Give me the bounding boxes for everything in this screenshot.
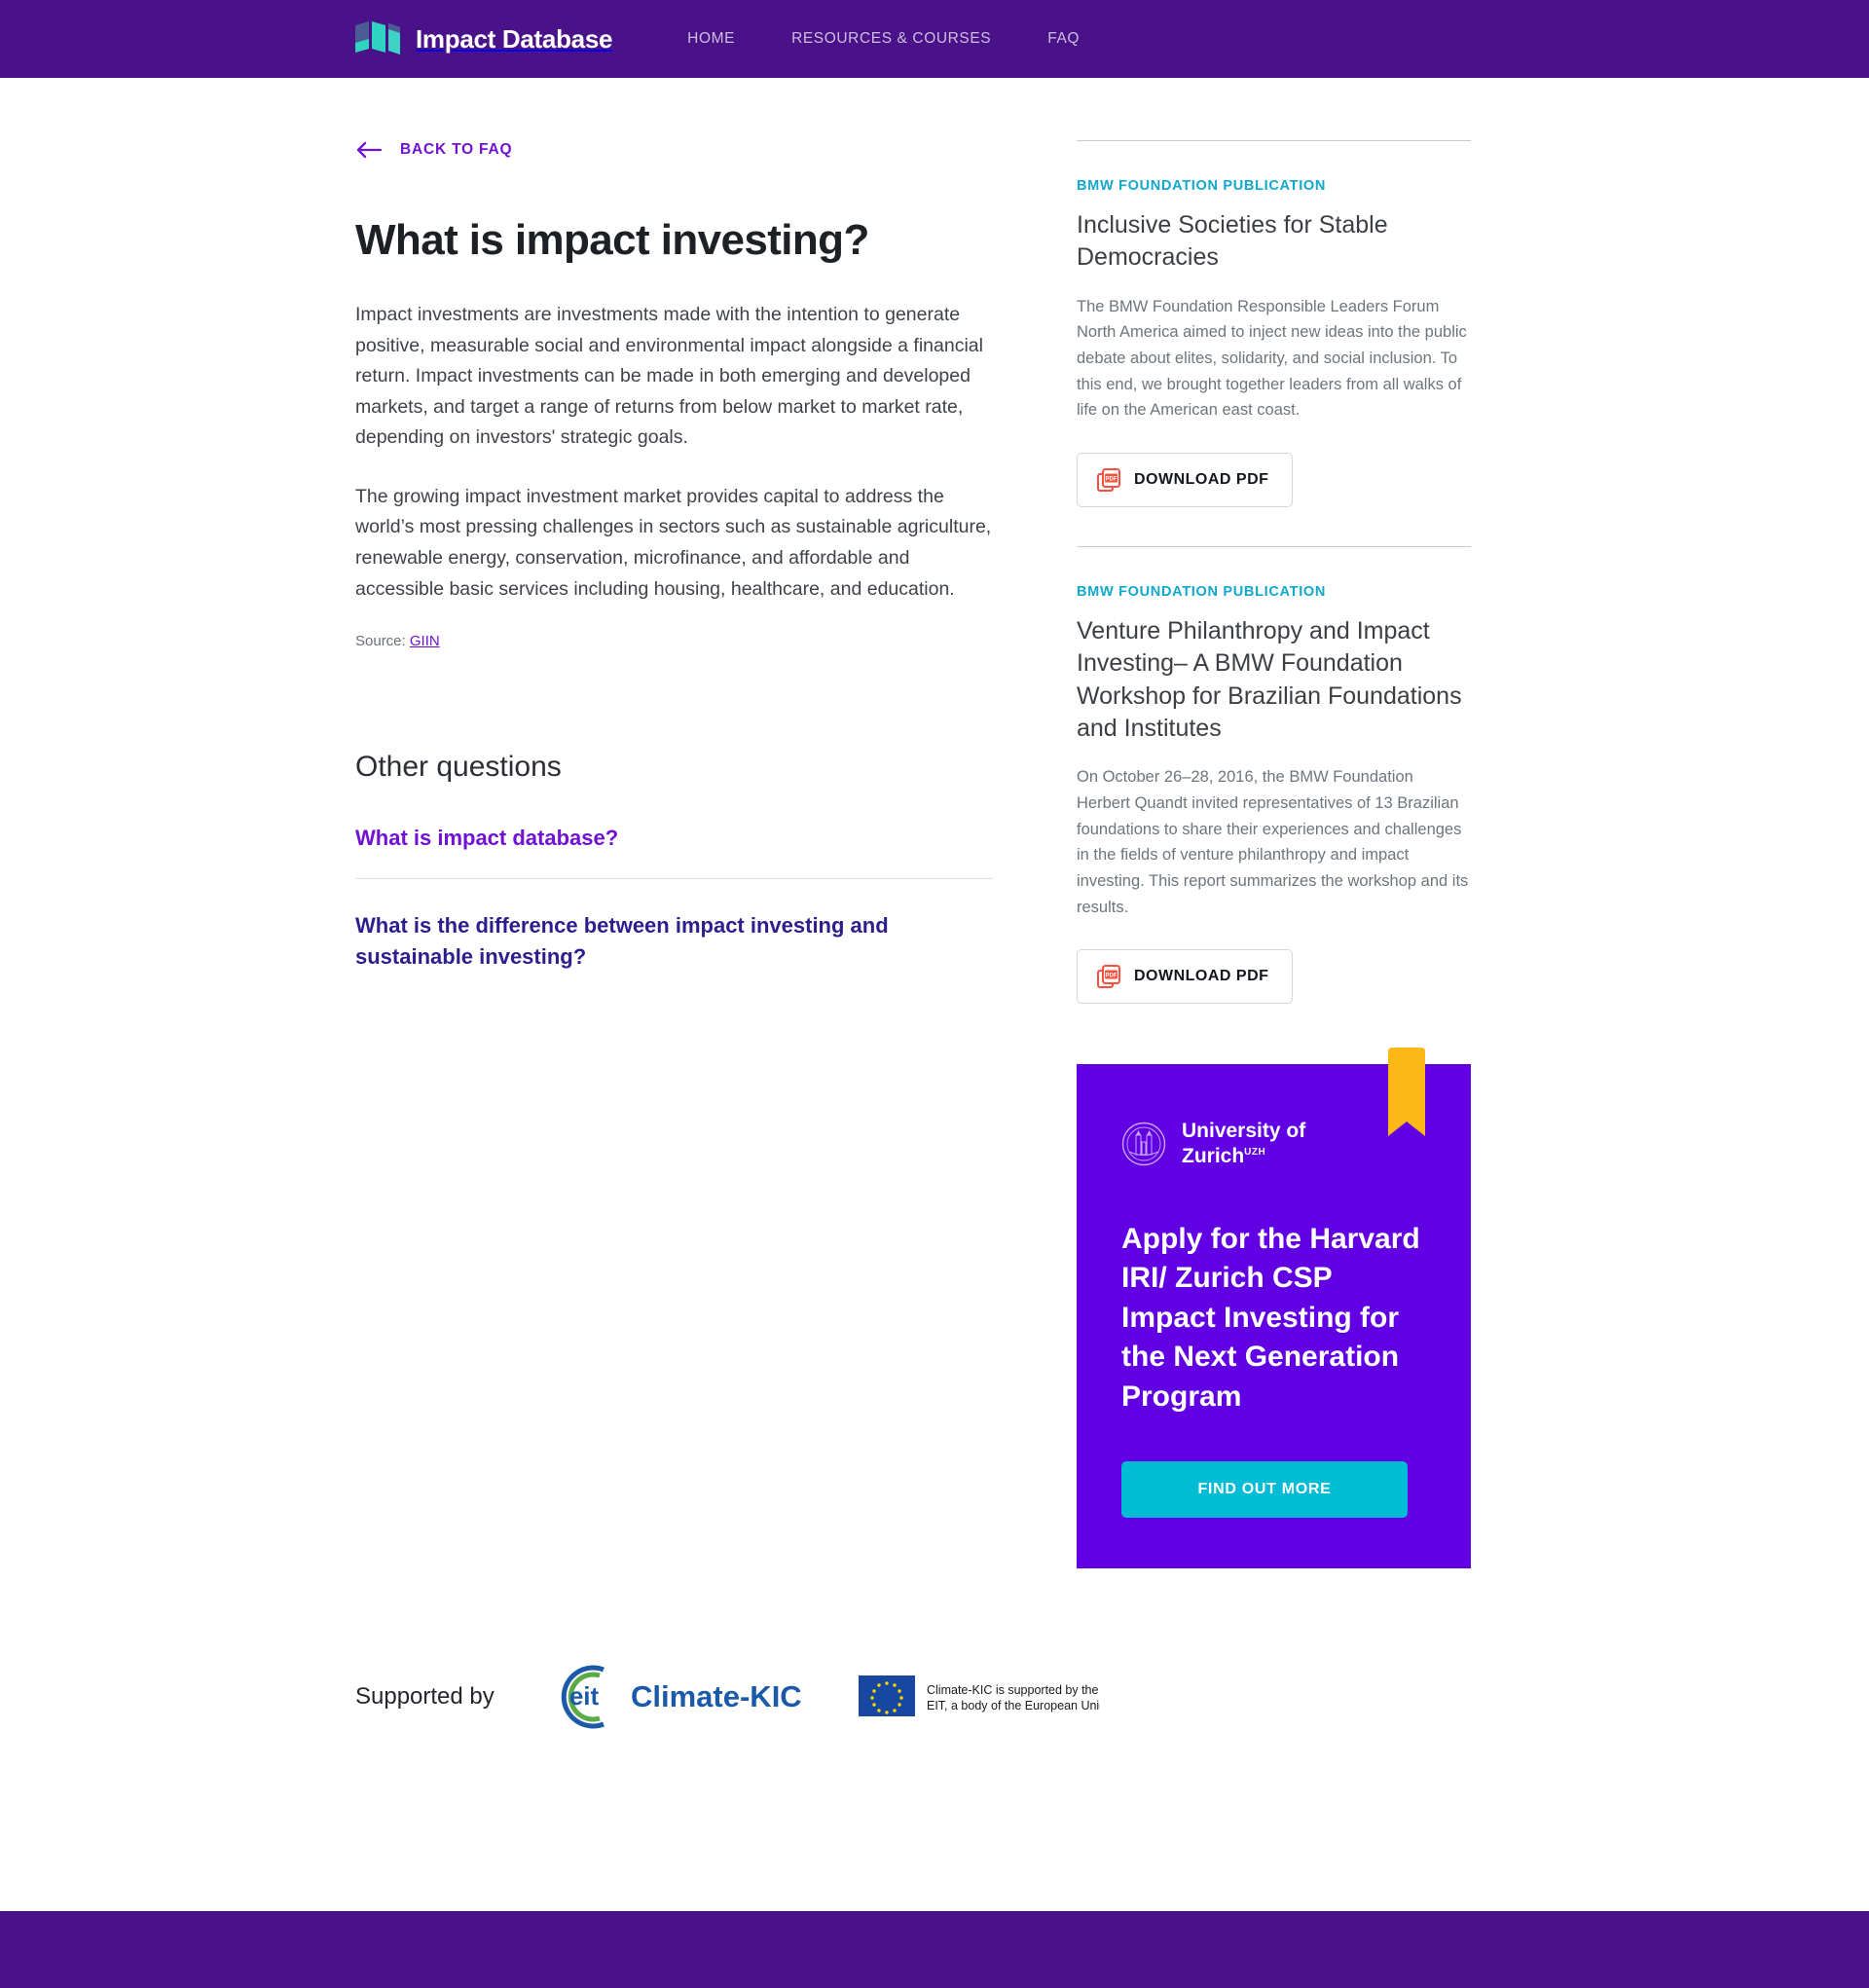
find-out-more-button[interactable]: FIND OUT MORE xyxy=(1121,1461,1408,1519)
article-paragraph-2: The growing impact investment market pro… xyxy=(355,485,992,600)
sidebar: BMW FOUNDATION PUBLICATION Inclusive Soc… xyxy=(1077,140,1471,1569)
page-content: BACK TO FAQ What is impact investing? Im… xyxy=(0,78,1869,1820)
nav-item-home[interactable]: HOME xyxy=(659,30,763,48)
supported-by-section: Supported by eit Climate-KIC Climate-KIC… xyxy=(355,1662,1514,1820)
nav-item-resources-courses[interactable]: RESOURCES & COURSES xyxy=(763,30,1019,48)
source-link-giin[interactable]: GIIN xyxy=(410,633,440,649)
svg-text:PDF: PDF xyxy=(1106,974,1118,979)
publication-card: BMW FOUNDATION PUBLICATION Inclusive Soc… xyxy=(1077,140,1471,546)
other-question-link-2[interactable]: What is the difference between impact in… xyxy=(355,910,993,971)
source-prefix: Source: xyxy=(355,633,410,650)
other-question-link-1[interactable]: What is impact database? xyxy=(355,823,993,853)
publication-title: Venture Philanthropy and Impact Investin… xyxy=(1077,617,1462,742)
back-to-faq-label: BACK TO FAQ xyxy=(400,141,513,158)
other-question-item: What is the difference between impact in… xyxy=(355,878,993,996)
svg-text:Climate-KIC is supported by th: Climate-KIC is supported by the xyxy=(927,1683,1099,1697)
svg-text:PDF: PDF xyxy=(1106,477,1118,483)
pdf-icon: PDF xyxy=(1097,965,1120,989)
other-questions-heading: Other questions xyxy=(355,751,562,784)
article-paragraph-1: Impact investments are investments made … xyxy=(355,304,983,449)
publication-card: BMW FOUNDATION PUBLICATION Venture Phila… xyxy=(1077,546,1471,1043)
eit-climate-kic-logo: eit Climate-KIC xyxy=(541,1662,812,1732)
main-column: BACK TO FAQ What is impact investing? Im… xyxy=(355,140,993,997)
svg-text:Climate-KIC: Climate-KIC xyxy=(631,1679,802,1713)
brand-name: Impact Database xyxy=(416,23,613,54)
uzh-superscript: UZH xyxy=(1244,1147,1266,1159)
promo-card: University of ZurichUZH Apply for the Har… xyxy=(1077,1048,1471,1569)
uzh-wordmark: University of ZurichUZH xyxy=(1182,1119,1305,1168)
bookmark-ribbon-icon xyxy=(1388,1048,1425,1137)
main-nav: HOME RESOURCES & COURSES FAQ xyxy=(659,30,1108,48)
university-of-zurich-logo: University of ZurichUZH xyxy=(1121,1119,1426,1168)
download-pdf-button[interactable]: PDF DOWNLOAD PDF xyxy=(1077,949,1294,1005)
arrow-left-icon xyxy=(355,140,383,160)
uzh-seal-icon xyxy=(1121,1122,1166,1166)
publication-title: Inclusive Societies for Stable Democraci… xyxy=(1077,211,1388,272)
page-title: What is impact investing? xyxy=(355,216,869,264)
footer-band xyxy=(0,1911,1869,1988)
download-pdf-button[interactable]: PDF DOWNLOAD PDF xyxy=(1077,453,1294,508)
eu-flag-icon: Climate-KIC is supported by the EIT, a b… xyxy=(858,1674,1113,1720)
back-to-faq-link[interactable]: BACK TO FAQ xyxy=(355,140,512,160)
source-line: Source: GIIN xyxy=(355,633,993,649)
site-header: Impact Database HOME RESOURCES & COURSES… xyxy=(0,0,1869,78)
content-layout: BACK TO FAQ What is impact investing? Im… xyxy=(355,78,1514,1569)
publication-kicker: BMW FOUNDATION PUBLICATION xyxy=(1077,584,1327,601)
download-pdf-label: DOWNLOAD PDF xyxy=(1134,471,1269,489)
uzh-line-1: University of xyxy=(1182,1120,1306,1143)
brand-logo-link[interactable]: Impact Database xyxy=(355,19,612,58)
publication-kicker: BMW FOUNDATION PUBLICATION xyxy=(1077,178,1327,194)
map-book-icon xyxy=(355,19,400,58)
uzh-line-2: Zurich xyxy=(1182,1145,1245,1168)
svg-text:EIT, a body of the European Un: EIT, a body of the European Union xyxy=(927,1699,1100,1712)
supported-by-label: Supported by xyxy=(355,1683,495,1711)
svg-text:eit: eit xyxy=(569,1681,600,1711)
other-question-item: What is impact database? xyxy=(355,823,993,878)
publication-description: On October 26–28, 2016, the BMW Foundati… xyxy=(1077,768,1469,916)
promo-headline: Apply for the Harvard IRI/ Zurich CSP Im… xyxy=(1121,1222,1420,1413)
pdf-icon: PDF xyxy=(1097,468,1120,493)
publication-description: The BMW Foundation Responsible Leaders F… xyxy=(1077,297,1467,420)
download-pdf-label: DOWNLOAD PDF xyxy=(1134,968,1269,985)
nav-item-faq[interactable]: FAQ xyxy=(1019,30,1108,48)
